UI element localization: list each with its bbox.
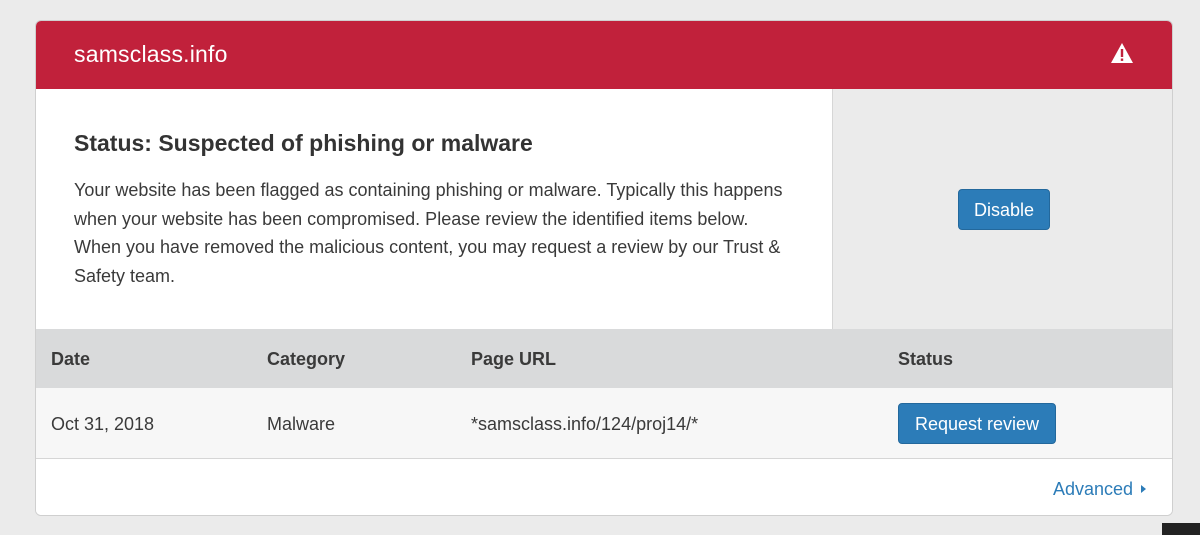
row-date: Oct 31, 2018 <box>51 414 155 434</box>
advanced-label: Advanced <box>1052 479 1133 499</box>
status-panel: Status: Suspected of phishing or malware… <box>36 89 833 329</box>
table-header: Date Category Page URL Status <box>36 329 1172 388</box>
site-name: samsclass.info <box>74 41 228 67</box>
disable-button[interactable]: Disable <box>958 189 1050 230</box>
column-header-date: Date <box>51 349 91 369</box>
corner-overlay <box>1162 523 1200 535</box>
status-description: Your website has been flagged as contain… <box>74 180 783 286</box>
action-panel: Disable <box>833 89 1172 329</box>
request-review-button[interactable]: Request review <box>898 403 1056 444</box>
row-category: Malware <box>267 414 336 434</box>
card-footer: Advanced <box>36 459 1172 515</box>
column-header-category: Category <box>267 349 346 369</box>
column-header-page-url: Page URL <box>471 349 557 369</box>
table-row: Oct 31, 2018 Malware *samsclass.info/124… <box>36 388 1172 459</box>
column-header-status: Status <box>898 349 954 369</box>
warning-icon <box>1111 43 1133 63</box>
caret-right-icon <box>1141 485 1146 493</box>
status-title: Status: Suspected of phishing or malware <box>74 130 533 156</box>
advanced-link[interactable]: Advanced <box>1053 479 1146 500</box>
site-header: samsclass.info <box>36 21 1172 89</box>
security-status-card: samsclass.info Status: Suspected of phis… <box>35 20 1173 516</box>
row-page-url: *samsclass.info/124/proj14/* <box>471 414 699 434</box>
